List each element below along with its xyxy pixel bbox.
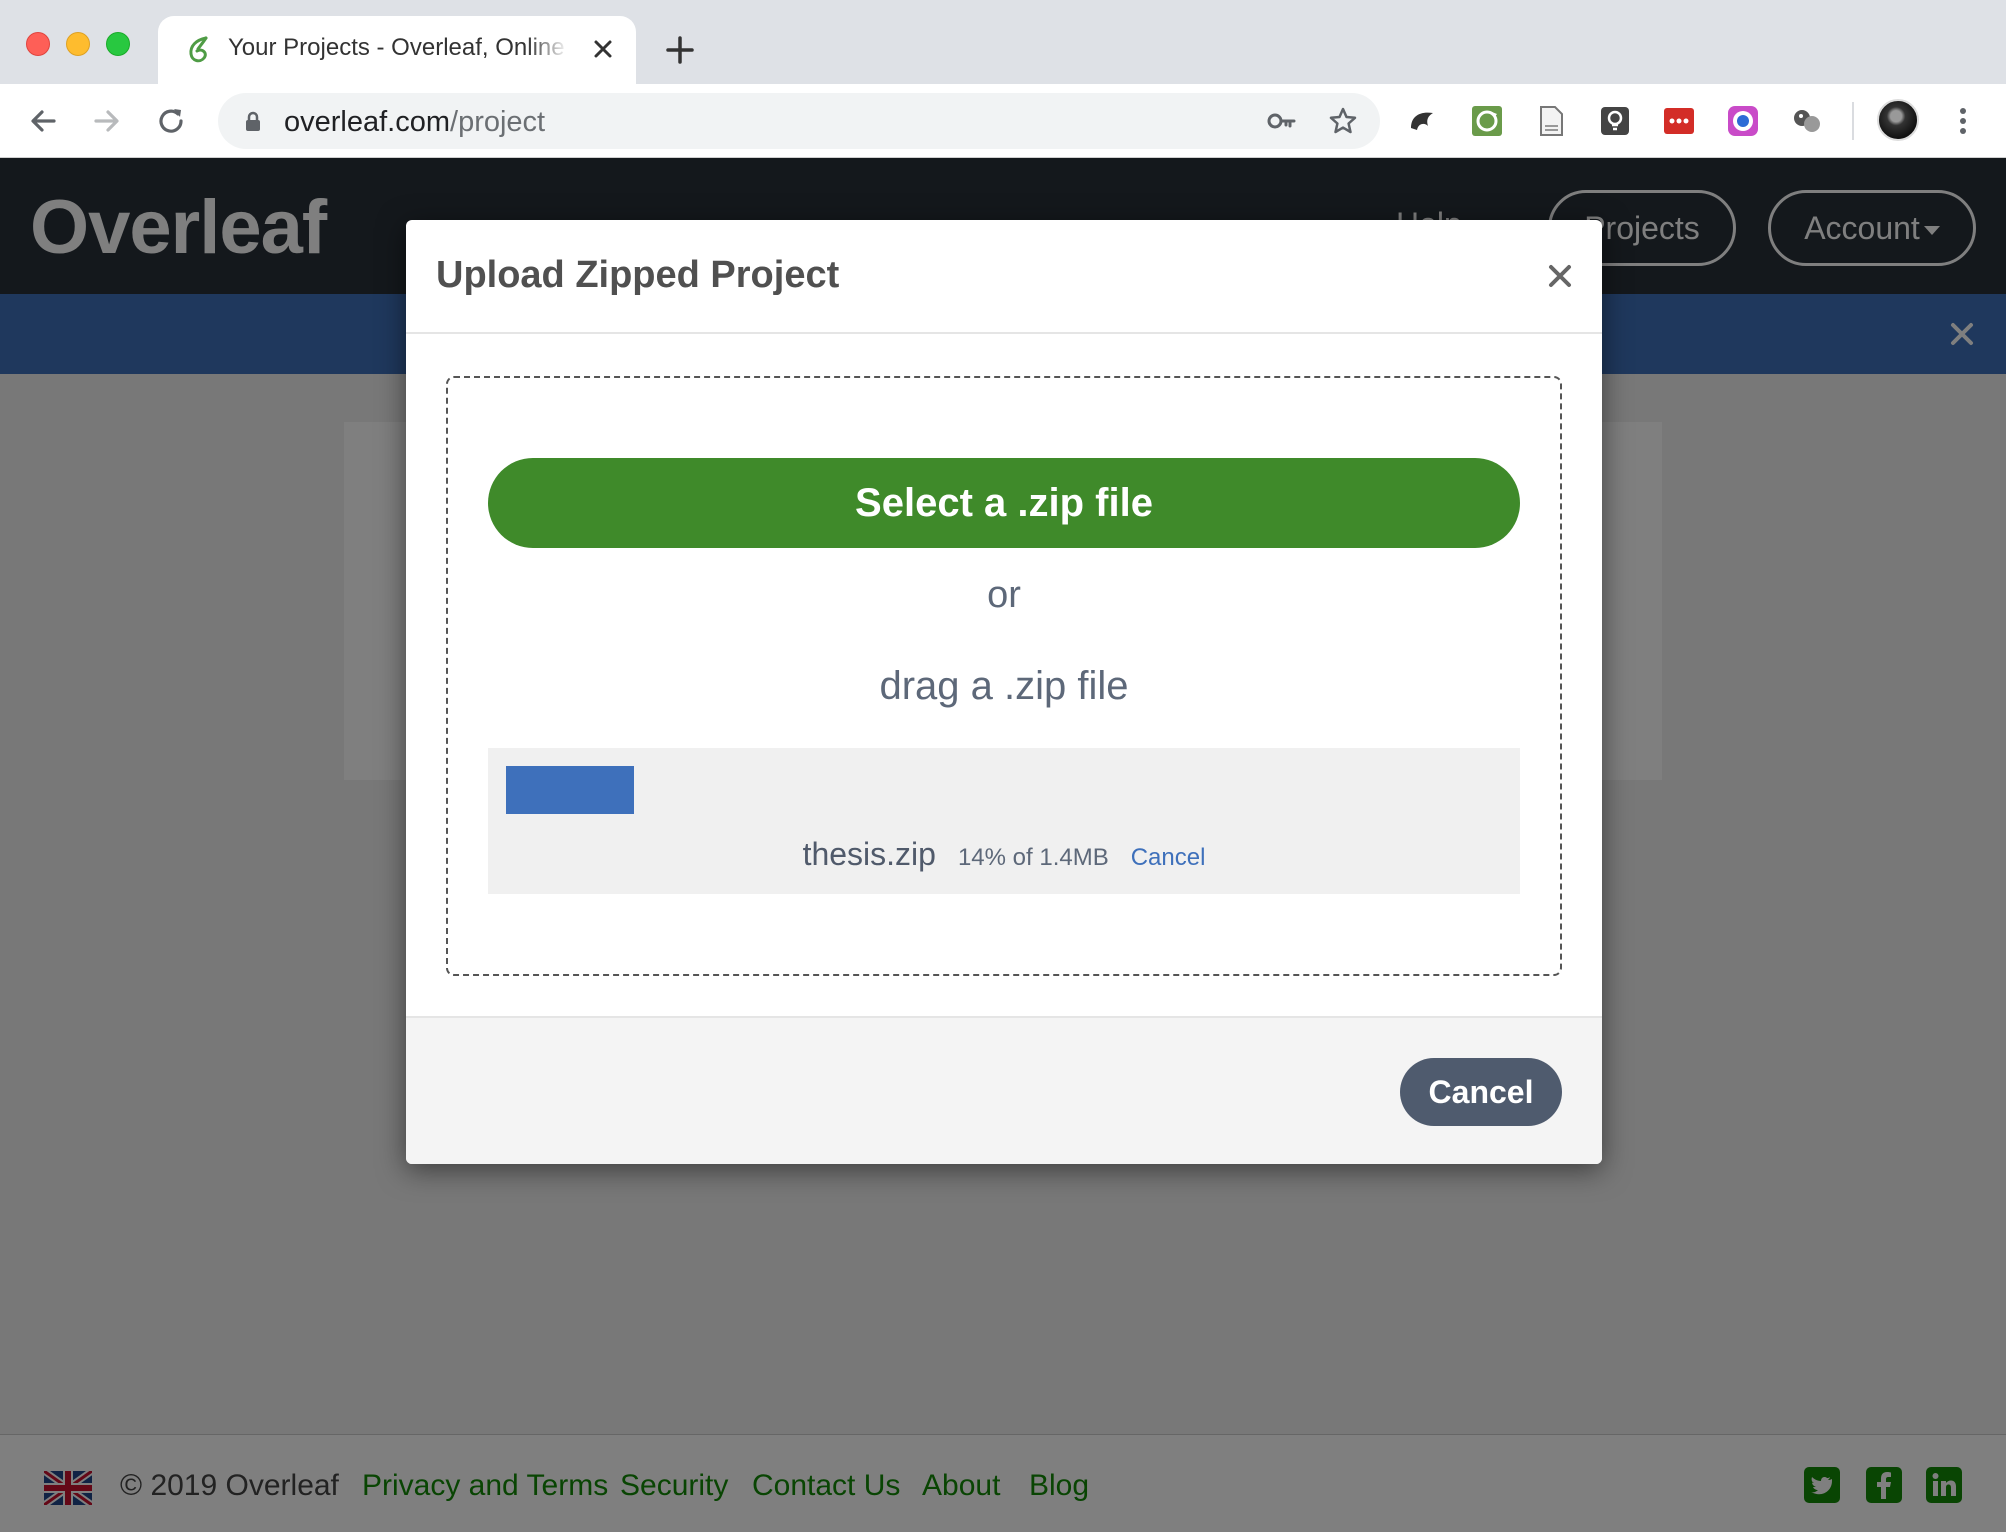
overleaf-extension-icon[interactable]: [1406, 104, 1440, 138]
more-menu-icon[interactable]: [1946, 104, 1980, 138]
url-text: overleaf.com/project: [284, 106, 545, 139]
key-icon[interactable]: [1266, 106, 1296, 136]
select-zip-button[interactable]: Select a .zip file: [488, 458, 1520, 548]
address-bar[interactable]: overleaf.com/project: [218, 93, 1380, 149]
spheres-extension-icon[interactable]: [1790, 104, 1824, 138]
window-minimize-button[interactable]: [66, 32, 90, 56]
zip-dropzone[interactable]: Select a .zip file or drag a .zip file t…: [446, 376, 1562, 976]
idea-extension-icon[interactable]: [1598, 104, 1632, 138]
browser-tab-bar: Your Projects - Overleaf, Online LaTeX E…: [0, 0, 2006, 84]
tab-title: Your Projects - Overleaf, Online LaTeX E…: [228, 34, 568, 61]
overleaf-leaf-icon: [189, 36, 208, 63]
browser-toolbar: overleaf.com/project: [0, 84, 2006, 158]
forward-arrow-icon[interactable]: [90, 104, 124, 138]
sync-extension-icon[interactable]: [1470, 104, 1504, 138]
window-maximize-button[interactable]: [106, 32, 130, 56]
modal-title: Upload Zipped Project: [436, 254, 840, 296]
lock-icon: [246, 111, 260, 131]
reload-icon[interactable]: [154, 104, 188, 138]
browser-tab[interactable]: Your Projects - Overleaf, Online LaTeX E…: [158, 16, 636, 84]
upload-progress-text: 14% of 1.4MB: [957, 844, 1109, 871]
bookmark-star-icon[interactable]: [1328, 106, 1358, 136]
upload-cancel-link[interactable]: Cancel: [1131, 844, 1206, 871]
upload-zip-modal: Upload Zipped Project Select a .zip file…: [406, 220, 1602, 1164]
window-close-button[interactable]: [26, 32, 50, 56]
modal-cancel-button[interactable]: Cancel: [1400, 1058, 1562, 1126]
new-tab-icon[interactable]: [664, 34, 696, 66]
back-arrow-icon[interactable]: [26, 104, 60, 138]
document-extension-icon[interactable]: [1534, 104, 1568, 138]
upload-progress-fill: [506, 766, 634, 814]
upload-progress-bar: [506, 766, 1506, 814]
toolbar-separator: [1852, 102, 1854, 140]
profile-avatar[interactable]: [1877, 99, 1919, 141]
modal-header: Upload Zipped Project: [406, 220, 1602, 334]
or-text: or: [987, 574, 1021, 616]
upload-item: thesis.zip 14% of 1.4MB Cancel: [488, 748, 1520, 894]
lastpass-extension-icon[interactable]: [1662, 104, 1696, 138]
modal-close-icon[interactable]: [1540, 256, 1580, 296]
url-path: /project: [450, 106, 546, 138]
color-picker-extension-icon[interactable]: [1726, 104, 1760, 138]
upload-meta: thesis.zip 14% of 1.4MB Cancel: [488, 836, 1520, 873]
upload-file-name: thesis.zip: [802, 836, 936, 872]
drag-zip-text: drag a .zip file: [879, 664, 1129, 708]
url-host: overleaf.com: [284, 106, 451, 138]
tab-close-icon[interactable]: [588, 34, 618, 64]
modal-footer: Cancel: [406, 1016, 1602, 1164]
